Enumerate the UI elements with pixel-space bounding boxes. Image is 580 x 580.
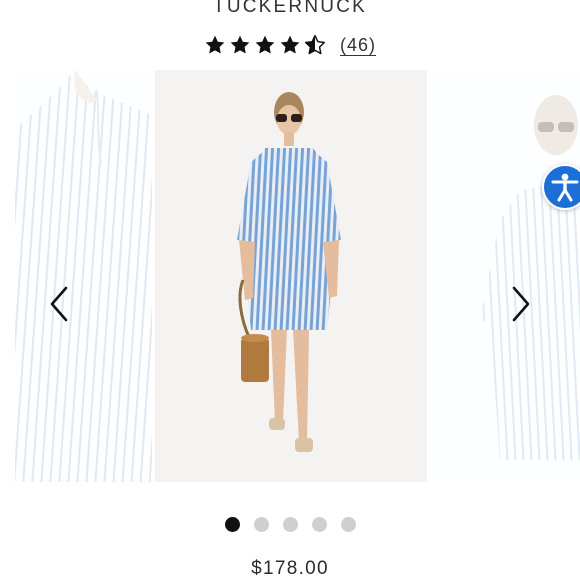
carousel-dot-3[interactable] (282, 517, 298, 532)
next-slide-image (430, 70, 580, 482)
star-icon (280, 35, 300, 54)
brand-name: TUCKERNUCK (213, 0, 367, 17)
image-carousel[interactable] (0, 70, 580, 482)
chevron-right-icon[interactable] (508, 284, 534, 324)
carousel-dot-2[interactable] (253, 517, 269, 532)
star-rating (204, 34, 326, 56)
star-icon (255, 35, 275, 54)
product-price: $178.00 (251, 558, 329, 579)
carousel-dot-4[interactable] (311, 517, 327, 532)
half-star-icon (304, 34, 326, 55)
chevron-left-icon[interactable] (46, 284, 72, 324)
review-count-link[interactable]: (46) (340, 35, 376, 56)
star-icon (205, 35, 225, 54)
carousel-dot-5[interactable] (340, 517, 356, 532)
main-slide-image (155, 70, 427, 482)
accessibility-icon (551, 173, 579, 202)
rating-row: (46) (0, 34, 580, 56)
carousel-pagination (0, 517, 580, 532)
star-icon (230, 35, 250, 54)
carousel-dot-1[interactable] (224, 517, 240, 532)
prev-slide-image (15, 70, 152, 482)
accessibility-button[interactable] (542, 164, 580, 210)
